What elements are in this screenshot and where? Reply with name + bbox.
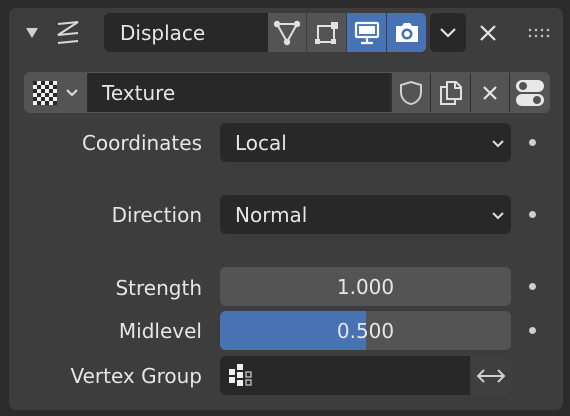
close-icon [480, 25, 496, 41]
new-texture-button[interactable] [431, 73, 470, 112]
midlevel-slider[interactable]: 0.500 [220, 311, 511, 350]
unlink-texture-button[interactable] [471, 73, 509, 112]
modifier-menu-dropdown-button[interactable] [430, 13, 466, 52]
modifier-name: Displace [120, 20, 206, 45]
arrow-left-right-icon [476, 368, 506, 383]
cage-icon [314, 21, 338, 44]
direction-label: Direction [111, 203, 202, 227]
collapse-triangle-icon[interactable] [22, 22, 42, 44]
render-toggle-button[interactable] [387, 13, 426, 52]
modifier-name-field[interactable]: Displace [104, 13, 268, 52]
vertex-group-field[interactable] [220, 356, 470, 395]
coordinates-label: Coordinates [81, 131, 202, 155]
cage-mode-toggle-button[interactable] [307, 13, 346, 52]
vertex-group-label: Vertex Group [70, 364, 202, 388]
duplicate-icon [439, 80, 462, 105]
drag-handle-icon[interactable] [524, 22, 554, 44]
close-icon [483, 85, 497, 100]
displace-modifier-icon [52, 16, 84, 50]
midlevel-keyframe-dot[interactable] [529, 327, 536, 334]
midlevel-value: 0.500 [336, 318, 395, 343]
texture-name: Texture [102, 80, 176, 105]
checkerboard-texture-icon [33, 80, 57, 105]
chevron-down-icon [440, 27, 456, 38]
texture-name-field[interactable]: Texture [88, 73, 390, 112]
strength-keyframe-dot[interactable] [529, 283, 536, 290]
midlevel-label: Midlevel [118, 319, 202, 343]
chevron-down-icon [66, 88, 78, 96]
chevron-down-icon [492, 140, 504, 148]
edit-mode-icon [274, 20, 300, 45]
direction-keyframe-dot[interactable] [529, 211, 536, 218]
remove-modifier-button[interactable] [473, 17, 503, 49]
texture-properties-button[interactable] [510, 73, 549, 112]
shield-icon [400, 80, 422, 105]
coordinates-value: Local [235, 130, 287, 155]
chevron-down-icon [492, 212, 504, 220]
coordinates-dropdown[interactable]: Local [220, 123, 511, 162]
texture-browse-button[interactable] [25, 73, 87, 112]
fake-user-button[interactable] [392, 73, 430, 112]
strength-slider[interactable]: 1.000 [220, 267, 511, 306]
toggle-settings-icon [515, 79, 544, 106]
vertex-group-icon [229, 363, 252, 386]
monitor-icon [354, 21, 379, 44]
strength-value: 1.000 [336, 274, 395, 299]
invert-vertex-group-button[interactable] [471, 356, 511, 395]
direction-value: Normal [235, 202, 308, 227]
viewport-display-toggle-button[interactable] [347, 13, 386, 52]
edit-mode-toggle-button[interactable] [268, 13, 306, 52]
strength-label: Strength [115, 276, 202, 300]
direction-dropdown[interactable]: Normal [220, 195, 511, 234]
coordinates-keyframe-dot[interactable] [529, 139, 536, 146]
camera-icon [395, 22, 418, 42]
